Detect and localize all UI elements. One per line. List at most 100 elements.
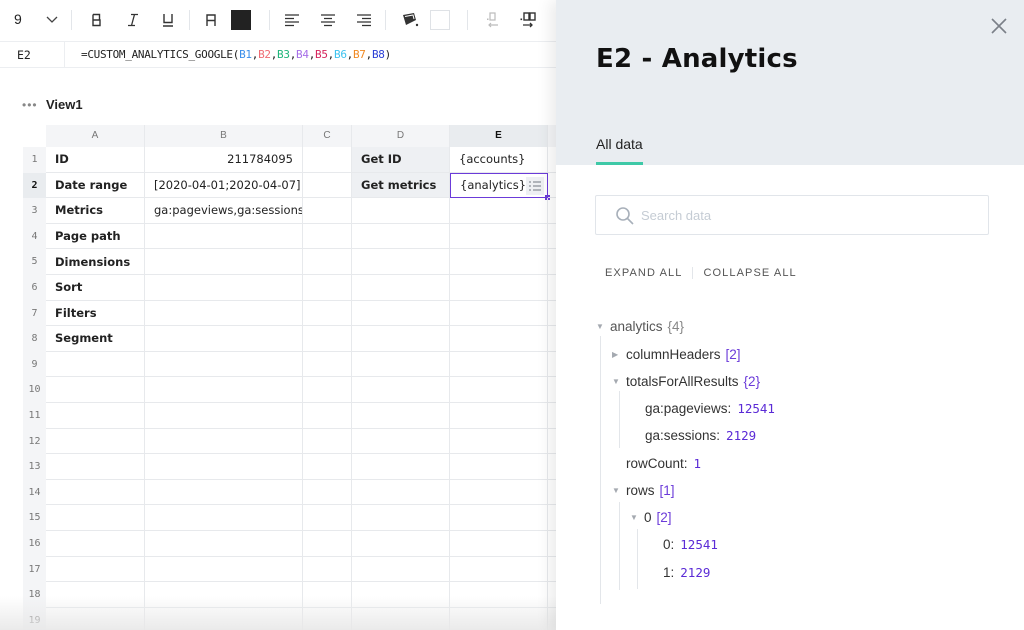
align-right-icon[interactable] xyxy=(354,10,374,30)
cell-f1[interactable] xyxy=(548,147,556,173)
cell-a11[interactable] xyxy=(46,403,145,429)
cell-b2[interactable]: [2020-04-01;2020-04-07] xyxy=(145,172,303,199)
row-header[interactable]: 8 xyxy=(23,326,46,352)
cell-a7[interactable]: Filters xyxy=(46,300,145,327)
caret-right-icon[interactable]: ▶ xyxy=(612,350,626,359)
cell-a10[interactable] xyxy=(46,377,145,403)
cell-a4[interactable]: Page path xyxy=(46,223,145,250)
cell-d18[interactable] xyxy=(352,582,450,608)
cell-a14[interactable] xyxy=(46,479,145,506)
row-header[interactable]: 10 xyxy=(23,377,46,403)
view-name[interactable]: View1 xyxy=(46,97,83,112)
cell-e12[interactable] xyxy=(450,428,548,455)
chevron-down-icon[interactable] xyxy=(45,12,59,26)
cell-f12[interactable] xyxy=(548,429,556,455)
row-header[interactable]: 12 xyxy=(23,428,46,455)
cell-a13[interactable] xyxy=(46,454,145,480)
cell-a18[interactable] xyxy=(46,582,145,608)
cell-c9[interactable] xyxy=(303,351,352,378)
cell-b8[interactable] xyxy=(145,326,303,352)
cell-f19[interactable] xyxy=(548,608,556,630)
more-dots-icon[interactable]: ••• xyxy=(22,98,46,112)
cell-d10[interactable] xyxy=(352,377,450,403)
cell-d4[interactable] xyxy=(352,223,450,250)
cell-e9[interactable] xyxy=(450,351,548,378)
font-size-value[interactable]: 9 xyxy=(14,11,22,27)
cell-f15[interactable] xyxy=(548,505,556,531)
cell-c2[interactable] xyxy=(303,172,352,199)
cell-f17[interactable] xyxy=(548,557,556,583)
text-color-icon[interactable] xyxy=(201,10,221,30)
row-header[interactable]: 17 xyxy=(23,556,46,583)
row-header[interactable]: 1 xyxy=(23,147,46,173)
row-header[interactable]: 6 xyxy=(23,275,46,301)
align-center-icon[interactable] xyxy=(318,10,338,30)
cell-d8[interactable] xyxy=(352,326,450,352)
cell-f4[interactable] xyxy=(548,224,556,250)
cell-e8[interactable] xyxy=(450,326,548,352)
cell-d1[interactable]: Get ID xyxy=(352,147,450,173)
cell-b1[interactable]: 211784095 xyxy=(145,147,303,173)
cell-b14[interactable] xyxy=(145,479,303,506)
cell-f13[interactable] xyxy=(548,454,556,480)
column-header-e[interactable]: E xyxy=(450,125,548,147)
row-header[interactable]: 11 xyxy=(23,403,46,429)
cell-f3[interactable] xyxy=(548,198,556,224)
cell-c12[interactable] xyxy=(303,428,352,455)
cell-c5[interactable] xyxy=(303,249,352,275)
cell-a8[interactable]: Segment xyxy=(46,326,145,352)
cell-f5[interactable] xyxy=(548,249,556,275)
cell-c17[interactable] xyxy=(303,556,352,583)
cell-c6[interactable] xyxy=(303,275,352,301)
bold-icon[interactable] xyxy=(87,10,107,30)
cell-d14[interactable] xyxy=(352,479,450,506)
cell-d17[interactable] xyxy=(352,556,450,583)
cell-f11[interactable] xyxy=(548,403,556,429)
cell-a9[interactable] xyxy=(46,351,145,378)
row-header[interactable]: 2 xyxy=(23,172,46,199)
cell-e1[interactable]: {accounts} xyxy=(450,147,548,173)
cell-b9[interactable] xyxy=(145,351,303,378)
cell-c8[interactable] xyxy=(303,326,352,352)
column-header-b[interactable]: B xyxy=(145,125,303,147)
caret-down-icon[interactable]: ▼ xyxy=(596,322,610,331)
cell-e5[interactable] xyxy=(450,249,548,275)
cell-b12[interactable] xyxy=(145,428,303,455)
cell-e19[interactable] xyxy=(450,607,548,630)
search-input[interactable] xyxy=(641,204,971,226)
cell-e4[interactable] xyxy=(450,223,548,250)
cell-d9[interactable] xyxy=(352,351,450,378)
row-header[interactable]: 4 xyxy=(23,223,46,250)
cell-f8[interactable] xyxy=(548,326,556,352)
cell-e17[interactable] xyxy=(450,556,548,583)
caret-down-icon[interactable]: ▼ xyxy=(612,486,626,495)
cell-e2[interactable]: {analytics} xyxy=(450,172,548,199)
cell-b13[interactable] xyxy=(145,454,303,480)
cell-e18[interactable] xyxy=(450,582,548,608)
cell-d16[interactable] xyxy=(352,531,450,557)
row-header[interactable]: 15 xyxy=(23,505,46,531)
cell-b7[interactable] xyxy=(145,300,303,327)
cell-f16[interactable] xyxy=(548,531,556,557)
cell-c1[interactable] xyxy=(303,147,352,173)
column-header-c[interactable]: C xyxy=(303,125,352,147)
collapse-all-button[interactable]: COLLAPSE ALL xyxy=(703,267,796,279)
cell-c3[interactable] xyxy=(303,198,352,224)
cell-e16[interactable] xyxy=(450,531,548,557)
cell-d2[interactable]: Get metrics xyxy=(352,172,450,199)
cell-c10[interactable] xyxy=(303,377,352,403)
cell-e11[interactable] xyxy=(450,403,548,429)
cell-b6[interactable] xyxy=(145,275,303,301)
cell-a12[interactable] xyxy=(46,428,145,455)
cell-d7[interactable] xyxy=(352,300,450,327)
cell-e14[interactable] xyxy=(450,479,548,506)
underline-icon[interactable] xyxy=(158,10,178,30)
cell-c18[interactable] xyxy=(303,582,352,608)
cell-b18[interactable] xyxy=(145,582,303,608)
fill-color-swatch[interactable] xyxy=(430,10,450,30)
tab-all-data[interactable]: All data xyxy=(596,136,643,165)
cell-f10[interactable] xyxy=(548,377,556,403)
cell-c13[interactable] xyxy=(303,454,352,480)
cell-c19[interactable] xyxy=(303,607,352,630)
cell-a2[interactable]: Date range xyxy=(46,172,145,199)
